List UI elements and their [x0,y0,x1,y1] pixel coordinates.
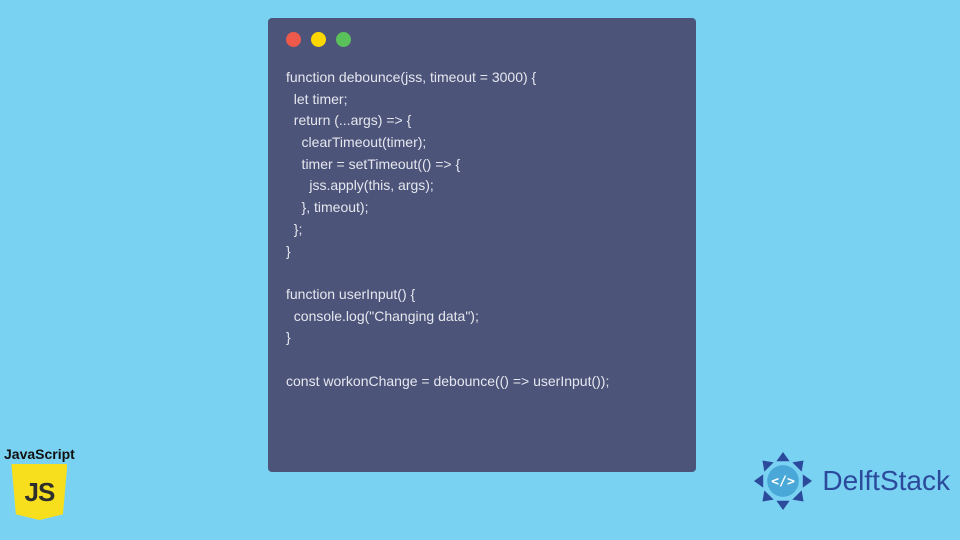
delftstack-watermark: </> DelftStack [750,448,950,514]
maximize-icon [336,32,351,47]
delftstack-brand-text: DelftStack [822,465,950,497]
delftstack-logo-icon: </> [750,448,816,514]
code-block: function debounce(jss, timeout = 3000) {… [286,67,678,392]
code-window: function debounce(jss, timeout = 3000) {… [268,18,696,472]
minimize-icon [311,32,326,47]
javascript-badge: JavaScript JS [4,446,75,520]
svg-text:</>: </> [771,475,795,490]
traffic-lights [286,32,678,47]
javascript-shield-text: JS [25,477,55,508]
close-icon [286,32,301,47]
javascript-label: JavaScript [4,446,75,462]
javascript-shield-icon: JS [11,464,67,520]
